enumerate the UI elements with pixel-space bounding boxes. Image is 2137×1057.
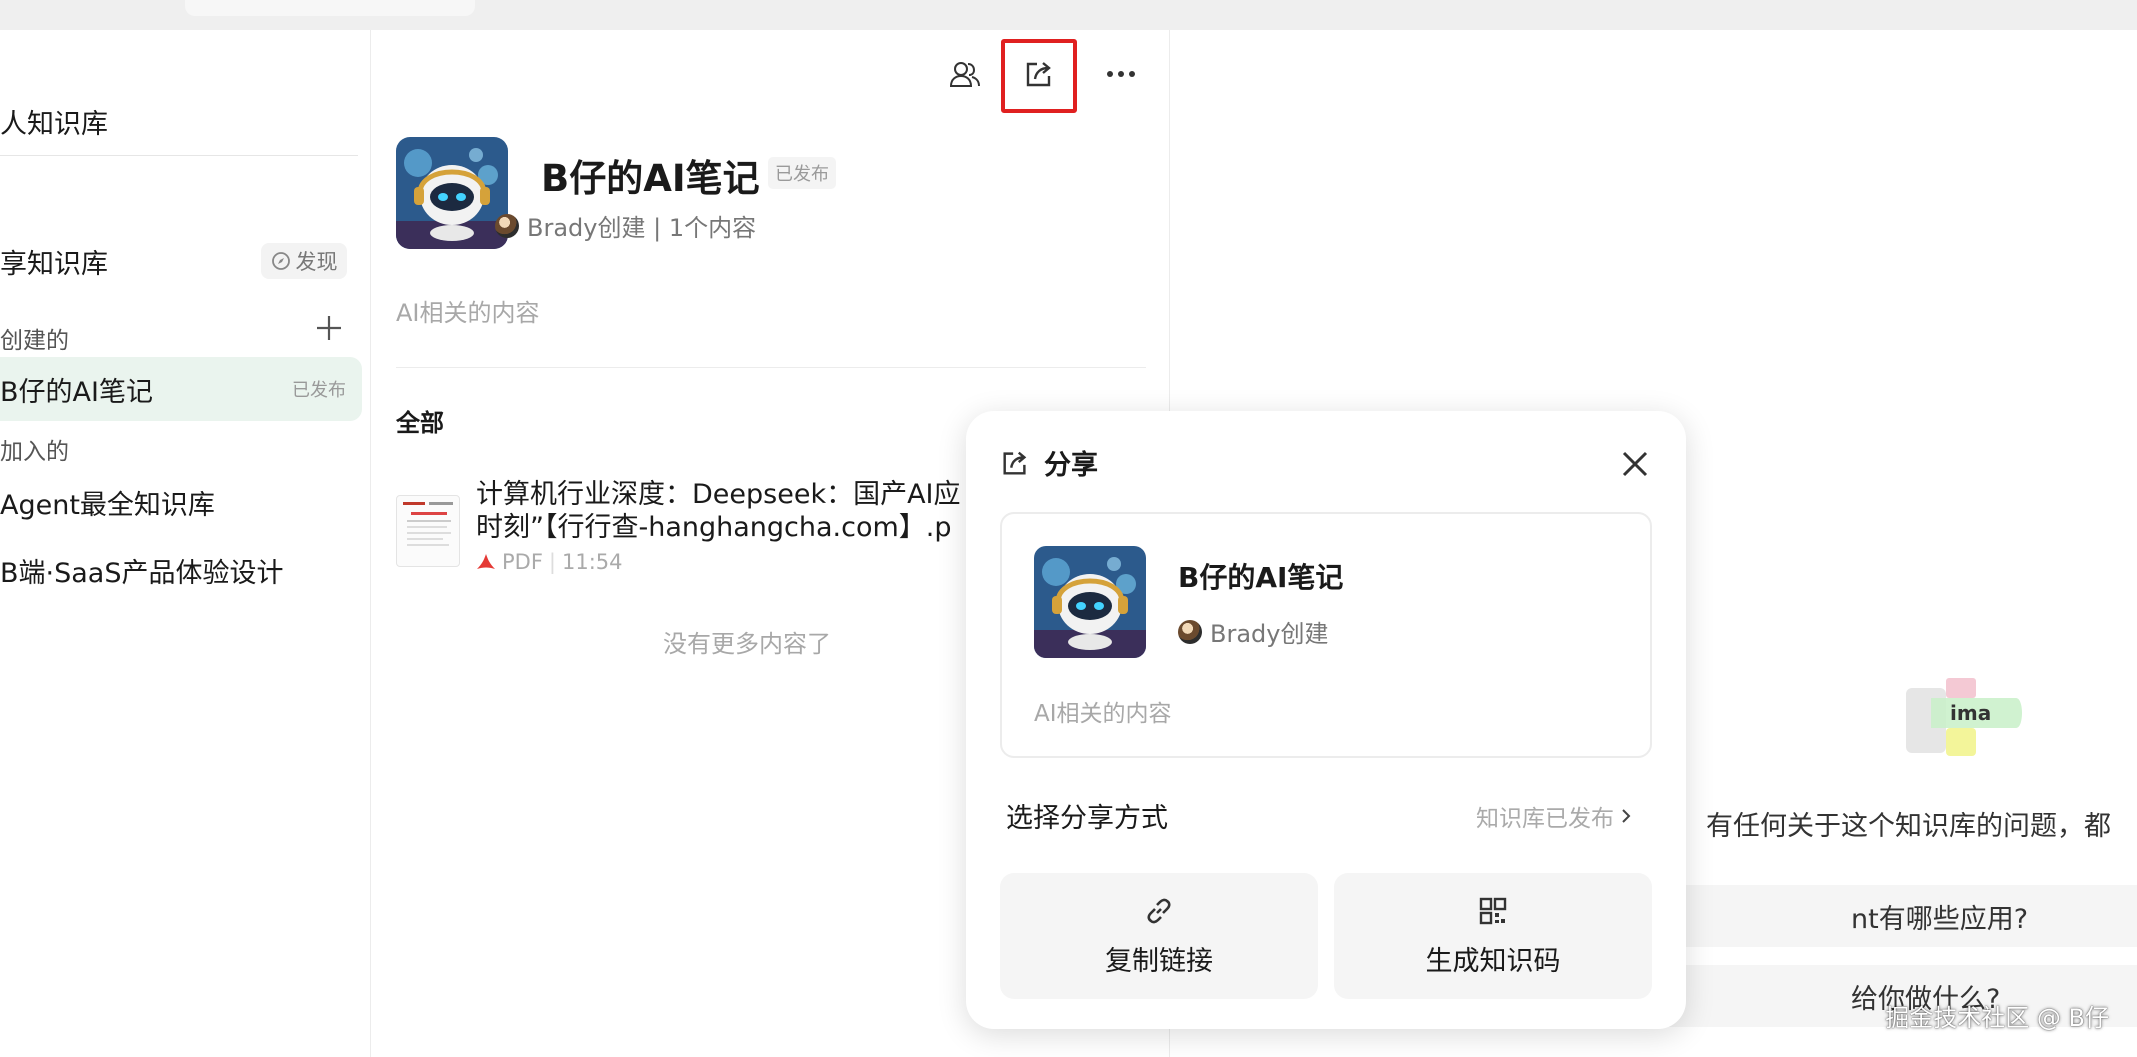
share-dialog: 分享 B仔的AI笔记 Brady创建 AI相关的内容 选择分享方式 知识库已发布…	[966, 411, 1686, 1029]
kb-published-text: 知识库已发布	[1476, 806, 1614, 832]
file-thumbnail[interactable]	[396, 495, 460, 567]
pdf-icon	[477, 554, 495, 569]
file-title-line2: 时刻”【行行查-hanghangcha.com】.p	[476, 512, 952, 543]
kb-cover-image	[1034, 546, 1146, 658]
kb-title: B仔的AI笔记	[541, 157, 760, 200]
discover-button[interactable]: 发现	[261, 243, 347, 279]
assistant-prompt: 有任何关于这个知识库的问题，都	[1706, 811, 2111, 842]
more-button[interactable]	[1099, 52, 1143, 96]
sidebar-personal-kb[interactable]: 人知识库	[0, 102, 108, 141]
kb-preview-card: B仔的AI笔记 Brady创建 AI相关的内容	[1000, 512, 1652, 758]
link-icon	[1147, 898, 1171, 923]
sidebar: 人知识库 享知识库 发现 创建的 B仔的AI笔记 已发布 加入的 Agent最全…	[0, 30, 371, 1057]
kb-cover-image	[396, 137, 508, 249]
dialog-title: 分享	[1044, 450, 1098, 481]
file-title-line1: 计算机行业深度：Deepseek：国产AI应	[476, 479, 961, 510]
card-owner-text: Brady创建	[1210, 620, 1329, 648]
file-title[interactable]: 计算机行业深度：Deepseek：国产AI应 时刻”【行行查-hanghangc…	[476, 478, 976, 544]
kb-status-badge: 已发布	[768, 157, 836, 189]
card-kb-name: B仔的AI笔记	[1178, 561, 1344, 594]
generate-code-button[interactable]: 生成知识码	[1334, 873, 1652, 999]
meta-separator: |	[548, 550, 556, 574]
share-icon	[1003, 451, 1027, 475]
qrcode-icon	[1479, 897, 1507, 924]
top-bar	[0, 0, 2137, 30]
share-highlight-box	[1001, 39, 1077, 113]
ima-logo-text: ima	[1950, 701, 1991, 725]
kb-meta-text: Brady创建 | 1个内容	[527, 214, 757, 242]
card-kb-description: AI相关的内容	[1034, 701, 1172, 727]
sidebar-item-label: Agent最全知识库	[0, 489, 215, 521]
avatar	[1178, 619, 1202, 644]
watermark: 掘金技术社区 @ B仔	[1885, 1004, 2109, 1032]
dialog-header: 分享	[1000, 443, 1098, 482]
sidebar-joined-group: 加入的	[0, 439, 69, 465]
share-method-label: 选择分享方式	[1006, 803, 1168, 834]
suggestion-chip[interactable]: nt有哪些应用?	[1641, 885, 2137, 947]
sidebar-shared-kb[interactable]: 享知识库	[0, 242, 108, 281]
sidebar-item-label: B仔的AI笔记	[0, 376, 153, 408]
sidebar-item-b-ai-notes[interactable]: B仔的AI笔记 已发布	[0, 357, 362, 421]
generate-code-label: 生成知识码	[1425, 945, 1561, 977]
divider	[396, 367, 1146, 368]
members-button[interactable]	[943, 52, 987, 96]
members-icon	[949, 62, 980, 87]
sidebar-created-group: 创建的	[0, 328, 69, 354]
chevron-right-icon	[1622, 809, 1631, 823]
published-badge: 已发布	[292, 380, 346, 401]
avatar	[495, 213, 519, 238]
add-kb-icon[interactable]	[314, 313, 344, 343]
close-icon[interactable]	[1618, 447, 1652, 481]
copy-link-label: 复制链接	[1105, 945, 1213, 977]
sidebar-item-saas-kb[interactable]: B端·SaaS产品体验设计	[0, 538, 362, 602]
sidebar-item-agent-kb[interactable]: Agent最全知识库	[0, 470, 362, 534]
filter-all-label[interactable]: 全部	[396, 403, 444, 438]
copy-link-button[interactable]: 复制链接	[1000, 873, 1318, 999]
compass-icon	[271, 252, 290, 270]
file-type: PDF	[502, 550, 543, 574]
sidebar-item-label: B端·SaaS产品体验设计	[0, 557, 284, 589]
kb-published-link[interactable]: 知识库已发布	[1476, 799, 1632, 833]
kb-description: AI相关的内容	[396, 299, 540, 327]
card-kb-owner: Brady创建	[1178, 614, 1328, 649]
more-icon	[1107, 71, 1135, 77]
kb-meta: Brady创建 | 1个内容	[495, 208, 756, 243]
sidebar-divider	[0, 155, 358, 156]
file-time: 11:54	[562, 550, 623, 574]
ima-logo: ima	[1906, 678, 2026, 768]
discover-label: 发现	[295, 250, 338, 274]
search-tab-stub[interactable]	[185, 0, 475, 16]
file-meta: PDF | 11:54	[476, 550, 623, 574]
